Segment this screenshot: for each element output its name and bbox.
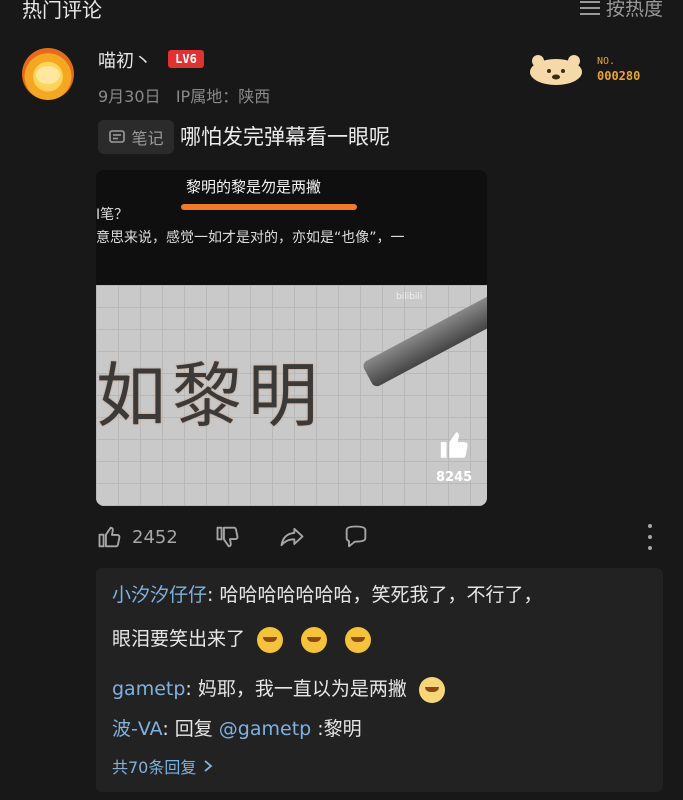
reply-mention[interactable]: @gametp xyxy=(219,718,311,740)
image-like-count: 8245 xyxy=(436,470,473,485)
reply-text: : 妈耶，我一直以为是两撇 xyxy=(185,678,407,700)
view-all-replies-link[interactable]: 共70条回复 xyxy=(112,754,214,778)
more-options-button[interactable] xyxy=(640,524,660,550)
section-title: 热门评论 xyxy=(22,0,102,22)
reply-item-cont: 眼泪要笑出来了 xyxy=(112,620,652,658)
laugh-cry-emoji-icon xyxy=(257,626,284,653)
fan-badge-no: NO. xyxy=(597,56,616,67)
reply-button[interactable] xyxy=(342,523,370,551)
image-caption-area: 黎明的黎是勿是两撇 I笔？ 意思来说，感觉一如才是对的，亦如是“也像”，一 xyxy=(96,170,487,285)
fan-badge-number: 000280 xyxy=(597,69,641,83)
laugh-cry-emoji-icon xyxy=(301,626,328,653)
level-badge: LV6 xyxy=(168,50,204,68)
avatar[interactable] xyxy=(22,48,74,100)
note-tag-label: 笔记 xyxy=(131,129,164,148)
comment-text: 哪怕发完弹幕看一眼呢 xyxy=(180,125,390,149)
like-count: 2452 xyxy=(132,526,178,548)
image-caption-line2: I笔？ xyxy=(96,207,129,223)
note-tag[interactable]: 笔记 xyxy=(98,120,174,154)
sort-label: 按热度 xyxy=(605,0,663,20)
image-caption-line3: 意思来说，感觉一如才是对的，亦如是“也像”，一 xyxy=(96,230,405,246)
reply-nick[interactable]: 波-VA xyxy=(112,718,162,740)
image-handwriting: 如黎明 xyxy=(96,355,324,437)
reply-item[interactable]: gametp: 妈耶，我一直以为是两撇 xyxy=(112,670,652,708)
share-button[interactable] xyxy=(278,523,306,551)
dizzy-emoji-icon xyxy=(418,676,445,703)
reply-nick[interactable]: 小汐汐仔仔 xyxy=(112,584,207,606)
laugh-cry-emoji-icon xyxy=(345,626,372,653)
comment-location: IP属地：陕西 xyxy=(175,87,271,106)
reply-text: :黎明 xyxy=(311,718,362,740)
image-underline xyxy=(181,204,357,210)
chevron-right-icon xyxy=(204,760,213,772)
menu-icon xyxy=(579,0,600,15)
share-icon xyxy=(280,527,304,547)
replies-panel: 小汐汐仔仔: 哈哈哈哈哈哈哈，笑死我了，不行了， 眼泪要笑出来了 gametp:… xyxy=(96,568,663,792)
thumbs-up-icon xyxy=(440,432,468,458)
thumbs-down-icon xyxy=(216,526,239,548)
image-watermark: bilibili xyxy=(396,292,423,302)
comment-meta: 9月30日 IP属地：陕西 xyxy=(98,83,270,107)
reply-nick[interactable]: gametp xyxy=(112,678,185,700)
dislike-button[interactable] xyxy=(214,523,242,551)
username[interactable]: 喵初丶 xyxy=(98,47,152,73)
reply-text: : 回复 xyxy=(162,718,219,740)
reply-item[interactable]: 波-VA: 回复 @gametp :黎明 xyxy=(112,710,652,748)
sort-button[interactable]: 按热度 xyxy=(579,0,663,21)
comment-bubble-icon xyxy=(345,525,367,548)
comment-date: 9月30日 xyxy=(98,87,161,106)
more-replies-label: 共70条回复 xyxy=(112,758,197,777)
comment-action-bar: 2452 xyxy=(96,520,406,554)
thumbs-up-icon xyxy=(98,526,121,548)
image-caption-highlight: 黎明的黎是勿是两撇 xyxy=(186,178,322,196)
reply-item[interactable]: 小汐汐仔仔: 哈哈哈哈哈哈哈，笑死我了，不行了， xyxy=(112,576,652,614)
reply-text: : 哈哈哈哈哈哈哈，笑死我了，不行了， xyxy=(207,584,543,606)
fan-badge-icon[interactable] xyxy=(528,52,584,86)
comment-image[interactable]: 黎明的黎是勿是两撇 I笔？ 意思来说，感觉一如才是对的，亦如是“也像”，一 如黎… xyxy=(96,170,487,506)
note-icon xyxy=(109,130,126,143)
like-button[interactable]: 2452 xyxy=(96,523,178,551)
reply-text: 眼泪要笑出来了 xyxy=(112,628,246,650)
